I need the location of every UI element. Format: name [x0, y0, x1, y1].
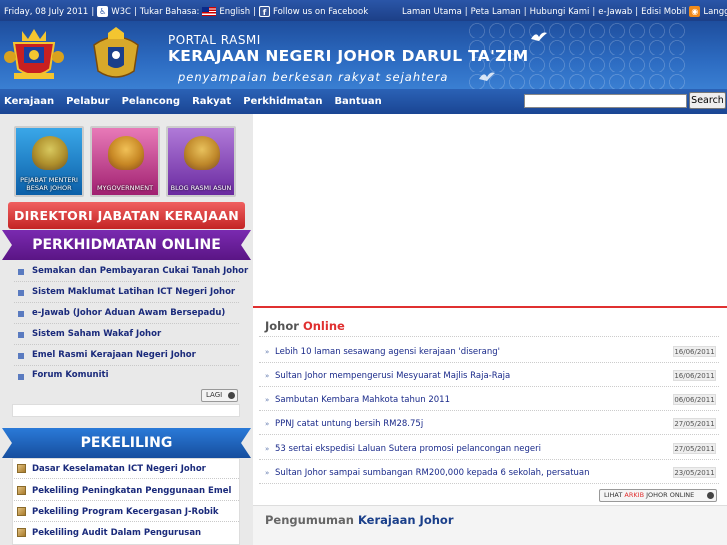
link-edisi-mobil[interactable]: Edisi Mobil: [641, 7, 686, 17]
nav-pelancong[interactable]: Pelancong: [118, 96, 188, 107]
news-date: 16/06/2011: [673, 370, 716, 381]
link-hubungi-kami[interactable]: Hubungi Kami: [530, 7, 590, 17]
document-icon: [17, 486, 26, 495]
list-item[interactable]: Sistem Saham Wakaf Johor: [32, 329, 161, 339]
link-peta-laman[interactable]: Peta Laman: [471, 7, 521, 17]
perkhidmatan-online-heading: PERKHIDMATAN ONLINE: [2, 230, 251, 260]
link-e-jawab[interactable]: e-Jawab: [598, 7, 632, 17]
news-item[interactable]: PPNJ catat untung bersih RM28.75j: [275, 419, 423, 429]
search-input[interactable]: [524, 94, 687, 108]
site-header: PORTAL RASMI KERAJAAN NEGERI JOHOR DARUL…: [0, 21, 727, 89]
document-icon: [17, 507, 26, 516]
banner-menteri-besar[interactable]: PEJABAT MENTERI BESAR JOHOR: [14, 126, 84, 197]
facebook-icon[interactable]: f: [259, 6, 270, 17]
list-item[interactable]: Semakan dan Pembayaran Cukai Tanah Johor: [32, 266, 248, 276]
state-crest-logo: [93, 27, 139, 78]
pekeliling-heading: PEKELILING: [2, 428, 251, 458]
news-item[interactable]: Sambutan Kembara Mahkota tahun 2011: [275, 395, 450, 405]
language-link[interactable]: English: [219, 7, 250, 17]
site-title: KERAJAAN NEGERI JOHOR DARUL TA'ZIM: [168, 47, 529, 65]
sidebar: PEJABAT MENTERI BESAR JOHOR MYGOVERNMENT…: [0, 114, 253, 545]
list-item[interactable]: Pekeliling Peningkatan Penggunaan Emel: [32, 486, 231, 496]
nav-rakyat[interactable]: Rakyat: [188, 96, 239, 107]
news-date: 16/06/2011: [673, 346, 716, 357]
news-date: 23/05/2011: [673, 467, 716, 478]
bird-icon: [479, 72, 495, 81]
w3c-icon: ♿: [97, 6, 109, 17]
direktori-banner[interactable]: DIREKTORI JABATAN KERAJAAN: [8, 202, 245, 229]
nav-kerajaan[interactable]: Kerajaan: [0, 96, 62, 107]
facebook-link[interactable]: Follow us on Facebook: [273, 7, 368, 17]
rss-link[interactable]: Langgan RSS kami: [703, 7, 727, 17]
rss-icon[interactable]: ◉: [689, 6, 701, 17]
bird-icon: [531, 32, 547, 41]
nav-perkhidmatan[interactable]: Perkhidmatan: [239, 96, 330, 107]
johor-online-title: Johor Online: [265, 319, 345, 333]
news-date: 06/06/2011: [673, 394, 716, 405]
language-label: Tukar Bahasa:: [139, 6, 200, 17]
news-item[interactable]: 53 sertai ekspedisi Laluan Sutera promos…: [275, 444, 541, 454]
document-icon: [17, 528, 26, 537]
news-item[interactable]: Lebih 10 laman sesawang agensi kerajaan …: [275, 347, 500, 357]
nav-pelabur[interactable]: Pelabur: [62, 96, 118, 107]
news-date: 27/05/2011: [673, 443, 716, 454]
list-item[interactable]: Emel Rasmi Kerajaan Negeri Johor: [32, 350, 196, 360]
list-item[interactable]: Forum Komuniti: [32, 370, 109, 380]
archive-button[interactable]: LIHAT ARKIB JOHOR ONLINE: [599, 489, 717, 502]
banner-mygovernment[interactable]: MYGOVERNMENT: [90, 126, 160, 197]
main-content: Johor Online » Lebih 10 laman sesawang ag…: [253, 114, 727, 545]
site-tagline: penyampaian berkesan rakyat sejahtera: [178, 70, 449, 84]
uk-flag-icon[interactable]: [202, 7, 217, 16]
list-item[interactable]: Pekeliling Audit Dalam Pengurusan: [32, 528, 201, 538]
list-item[interactable]: e-Jawab (Johor Aduan Awam Bersepadu): [32, 308, 225, 318]
search-button[interactable]: Search: [689, 92, 726, 109]
news-date: 27/05/2011: [673, 418, 716, 429]
date-text: Friday, 08 July 2011: [4, 6, 89, 17]
banner-blog-rasmi[interactable]: BLOG RASMI ASUN: [166, 126, 236, 197]
top-bar: Friday, 08 July 2011 | ♿ W3C | Tukar Bahas…: [0, 0, 727, 21]
list-item[interactable]: Dasar Keselamatan ICT Negeri Johor: [32, 464, 206, 474]
main-nav: Kerajaan Pelabur Pelancong Rakyat Perkhi…: [0, 89, 727, 114]
johor-crest-logo[interactable]: [4, 25, 64, 85]
w3c-link[interactable]: W3C: [111, 7, 131, 17]
document-icon: [17, 464, 26, 473]
portal-label: PORTAL RASMI: [168, 33, 261, 47]
pengumuman-title: Pengumuman Kerajaan Johor: [265, 513, 454, 527]
lagi-button[interactable]: LAGI: [201, 389, 238, 402]
link-laman-utama[interactable]: Laman Utama: [402, 7, 462, 17]
nav-bantuan[interactable]: Bantuan: [330, 96, 389, 107]
news-item[interactable]: Sultan Johor mempengerusi Mesyuarat Majl…: [275, 371, 510, 381]
list-item[interactable]: Sistem Maklumat Latihan ICT Negeri Johor: [32, 287, 235, 297]
news-item[interactable]: Sultan Johor sampai sumbangan RM200,000 …: [275, 468, 590, 478]
list-item[interactable]: Pekeliling Program Kecergasan J-Robik: [32, 507, 219, 517]
